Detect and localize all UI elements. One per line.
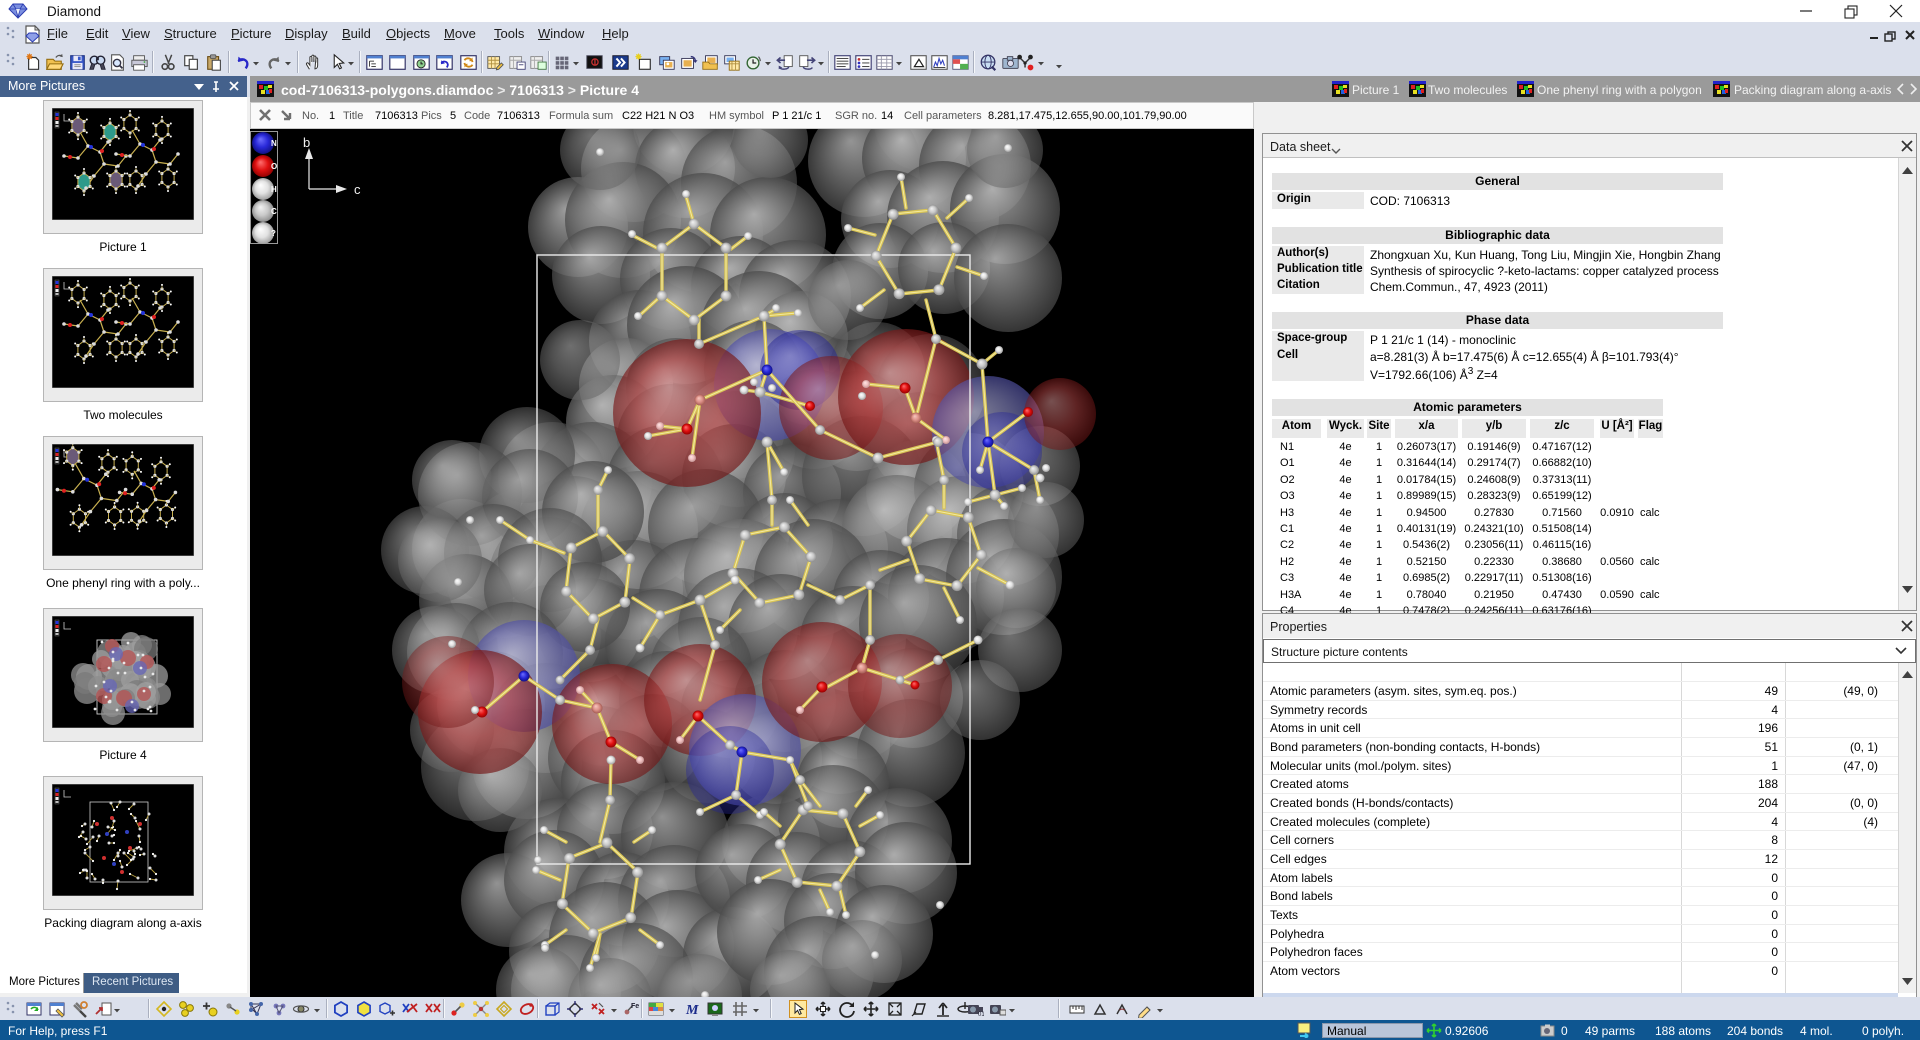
svg-text:?: ? [271, 229, 276, 238]
svg-text:01: 01 [978, 1012, 984, 1018]
svg-text:C: C [271, 207, 277, 216]
svg-text:b: b [303, 135, 310, 150]
svg-text:M: M [685, 1003, 699, 1018]
svg-text:N: N [271, 139, 277, 148]
svg-text:c: c [354, 182, 361, 197]
svg-text:Fe: Fe [631, 1003, 639, 1010]
svg-text:O: O [271, 162, 277, 171]
svg-text:H: H [271, 185, 277, 194]
